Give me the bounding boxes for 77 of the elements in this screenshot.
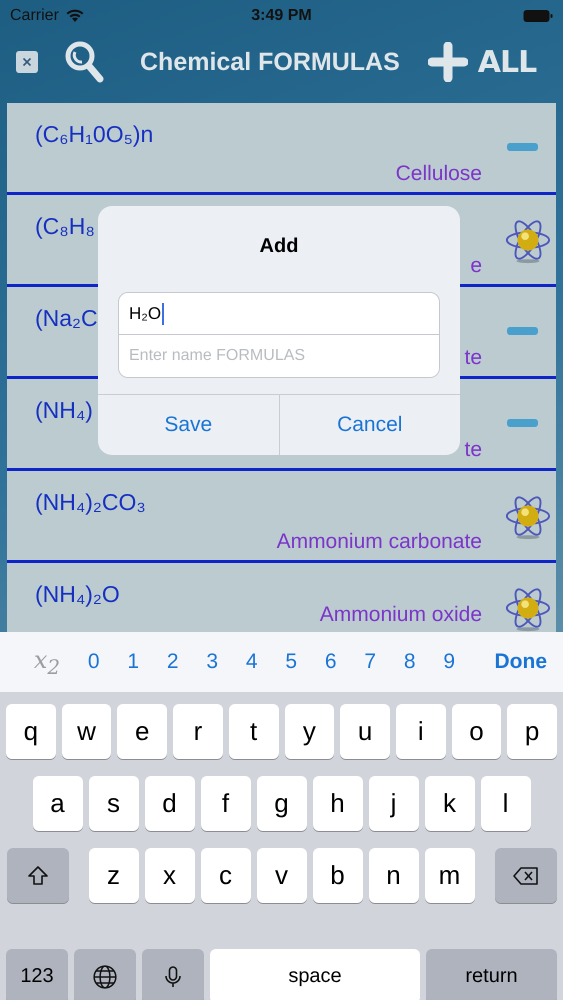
formula-row[interactable]: (NH₄)₂CO₃ Ammonium carbonate (7, 471, 556, 563)
letter-key[interactable]: m (424, 848, 474, 903)
letter-key[interactable]: x (144, 848, 194, 903)
letter-key[interactable]: j (368, 776, 418, 831)
digit-key[interactable]: 3 (192, 650, 232, 674)
backspace-icon[interactable] (512, 866, 540, 886)
letter-key[interactable]: u (340, 704, 390, 759)
carrier-label: Carrier (10, 7, 59, 25)
digit-key[interactable]: 0 (74, 650, 114, 674)
compound-name: te (464, 438, 482, 462)
plus-icon[interactable] (428, 42, 468, 82)
return-key[interactable]: return (426, 949, 557, 1000)
status-time: 3:49 PM (251, 7, 312, 25)
digit-key[interactable]: 9 (430, 650, 469, 674)
formula-field[interactable]: H₂O (118, 292, 440, 335)
letter-key[interactable]: g (256, 776, 306, 831)
letter-key[interactable]: d (144, 776, 194, 831)
letter-key[interactable]: k (424, 776, 474, 831)
shift-arrow-icon[interactable] (26, 864, 50, 888)
formula-text: (NH₄) (35, 397, 93, 424)
backspace-key[interactable] (494, 848, 556, 903)
globe-icon[interactable] (92, 964, 118, 990)
digit-key[interactable]: 7 (350, 650, 390, 674)
compound-name: Ammonium carbonate (276, 530, 482, 554)
globe-key[interactable] (74, 949, 136, 1000)
digit-key[interactable]: 2 (153, 650, 192, 674)
letter-key[interactable]: y (284, 704, 334, 759)
save-button[interactable]: Save (98, 395, 278, 455)
formula-text: (C₈H₈ (35, 213, 95, 240)
letter-key[interactable]: o (452, 704, 502, 759)
letter-key[interactable]: t (228, 704, 278, 759)
cancel-button[interactable]: Cancel (278, 395, 460, 455)
formula-text: (C₆H₁0O₅)n (35, 121, 154, 148)
letter-key[interactable]: s (88, 776, 138, 831)
dialog-title: Add (258, 235, 300, 258)
compound-name: e (470, 254, 482, 278)
space-key[interactable]: space (210, 949, 420, 1000)
microphone-key[interactable] (142, 949, 204, 1000)
letter-key[interactable]: l (480, 776, 530, 831)
digit-key[interactable]: 6 (311, 650, 350, 674)
letter-key[interactable]: w (62, 704, 112, 759)
letter-key[interactable]: z (88, 848, 138, 903)
close-button[interactable] (16, 51, 38, 73)
letter-key[interactable]: n (368, 848, 418, 903)
shift-key[interactable] (6, 848, 68, 903)
letter-key[interactable]: p (507, 704, 558, 759)
formula-row[interactable]: (NH₄)₂O Ammonium oxide (7, 563, 556, 633)
digit-key[interactable]: 4 (232, 650, 272, 674)
letter-key[interactable]: a (32, 776, 82, 831)
letter-key[interactable]: v (256, 848, 306, 903)
name-field[interactable]: Enter name FORMULAS (118, 335, 440, 378)
digit-key[interactable]: 8 (390, 650, 430, 674)
formula-text: (NH₄)₂CO₃ (35, 489, 146, 516)
letter-key[interactable]: r (173, 704, 223, 759)
close-icon[interactable] (22, 57, 32, 67)
formula-text: (NH₄)₂O (35, 581, 120, 608)
compound-name: Ammonium oxide (320, 603, 482, 627)
compound-name: Cellulose (396, 162, 482, 186)
done-button[interactable]: Done (488, 650, 553, 674)
formula-row[interactable]: (C₆H₁0O₅)n Cellulose (7, 103, 556, 195)
all-button[interactable]: ALL (478, 44, 536, 80)
numbers-key[interactable]: 123 (6, 949, 68, 1000)
battery-icon (523, 9, 553, 23)
formula-text: (Na₂C (35, 305, 98, 332)
compound-name: te (464, 346, 482, 370)
search-icon[interactable] (64, 40, 104, 84)
letter-key[interactable]: q (6, 704, 56, 759)
letter-key[interactable]: i (396, 704, 446, 759)
letter-key[interactable]: e (117, 704, 168, 759)
digit-key[interactable]: 5 (272, 650, 311, 674)
screen-title: Chemical FORMULAS (140, 48, 400, 76)
letter-key[interactable]: f (200, 776, 250, 831)
wifi-icon (64, 9, 85, 23)
letter-key[interactable]: h (312, 776, 362, 831)
letter-key[interactable]: b (312, 848, 362, 903)
letter-key[interactable]: c (200, 848, 250, 903)
digit-key[interactable]: 1 (114, 650, 153, 674)
